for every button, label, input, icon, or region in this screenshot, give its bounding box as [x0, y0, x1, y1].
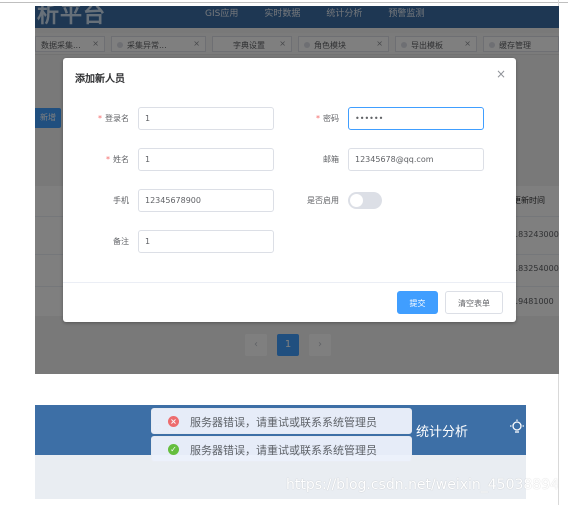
phone-input[interactable]: [138, 189, 274, 212]
required-mark: *: [316, 114, 320, 123]
username-input[interactable]: [138, 107, 274, 130]
required-mark: *: [98, 114, 102, 123]
label-enabled: 是否启用: [307, 196, 339, 205]
close-icon[interactable]: ×: [496, 67, 506, 81]
submit-button[interactable]: 提交: [397, 291, 438, 314]
password-input[interactable]: ••••••: [348, 107, 484, 130]
required-mark: *: [106, 155, 110, 164]
top-divider: [0, 2, 568, 3]
email-input[interactable]: [348, 148, 484, 171]
error-icon: ×: [168, 416, 179, 427]
label-name: * 姓名: [106, 155, 129, 164]
toast-message: 服务器错误，请重试或联系系统管理员: [190, 444, 377, 457]
label-email: 邮箱: [323, 155, 339, 164]
reset-form-button[interactable]: 清空表单: [445, 291, 503, 314]
success-icon: ✓: [168, 444, 179, 455]
toast-message: 服务器错误，请重试或联系系统管理员: [190, 416, 377, 429]
enabled-toggle[interactable]: [348, 192, 382, 209]
label-phone: 手机: [113, 196, 129, 205]
watermark: https://blog.csdn.net/weixin_45038894: [286, 477, 560, 493]
success-toast: ✓ 服务器错误，请重试或联系系统管理员: [151, 436, 412, 462]
dialog-footer-divider: [63, 282, 516, 283]
label-remark: 备注: [113, 237, 129, 246]
add-person-dialog: 添加新人员 × *登录名 *密码 •••••• *姓名 邮箱 手机 是否启用 备…: [63, 58, 516, 322]
error-toast: × 服务器错误，请重试或联系系统管理员: [151, 408, 412, 434]
nav-stats[interactable]: 统计分析: [416, 421, 468, 440]
dialog-title: 添加新人员: [75, 74, 125, 85]
bulb-icon[interactable]: [509, 419, 525, 435]
label-username: * 登录名: [98, 114, 129, 123]
label-password: * 密码: [316, 114, 339, 123]
remark-input[interactable]: [138, 230, 274, 253]
name-input[interactable]: [138, 148, 274, 171]
toggle-knob: [350, 194, 363, 207]
